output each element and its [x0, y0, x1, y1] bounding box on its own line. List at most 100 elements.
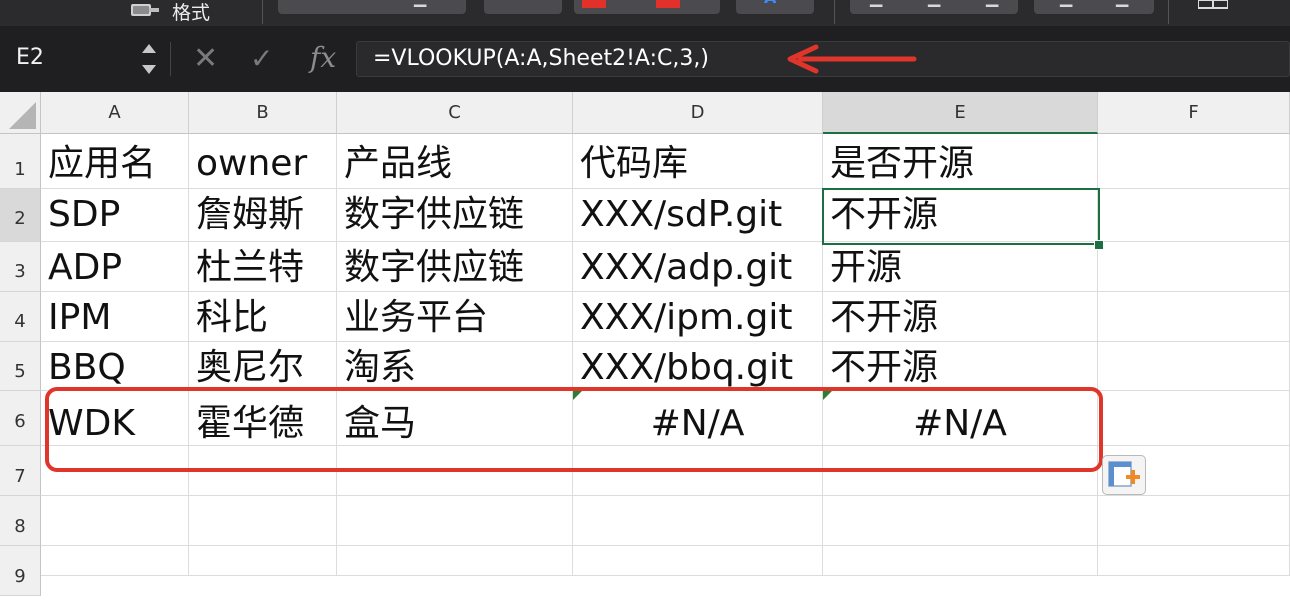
name-box-stepper-icon[interactable] — [138, 38, 160, 80]
cell-b1[interactable]: owner — [189, 134, 337, 189]
font-color-swatch[interactable] — [656, 0, 680, 8]
cell-b2[interactable]: 詹姆斯 — [189, 189, 337, 242]
cell-b9[interactable] — [189, 546, 337, 576]
cell-b8[interactable] — [189, 496, 337, 546]
cell-e4[interactable]: 不开源 — [823, 292, 1098, 342]
row-header-6[interactable]: 6 — [0, 391, 41, 446]
cell-e5[interactable]: 不开源 — [823, 342, 1098, 391]
cell-b7[interactable] — [189, 446, 337, 496]
row-header-1[interactable]: 1 — [0, 134, 41, 189]
column-header-c[interactable]: C — [337, 92, 573, 134]
align-right-icon[interactable]: ▁ — [986, 0, 998, 7]
cell-e6[interactable]: #N/A — [823, 391, 1098, 446]
cell-a9[interactable] — [41, 546, 189, 576]
cell-c5[interactable]: 淘系 — [337, 342, 573, 391]
cell-a5[interactable]: BBQ — [41, 342, 189, 391]
cell-c7[interactable] — [337, 446, 573, 496]
cell-f3[interactable] — [1098, 242, 1290, 292]
cell-a3[interactable]: ADP — [41, 242, 189, 292]
cell-f4[interactable] — [1098, 292, 1290, 342]
bold-icon[interactable]: ▔ — [298, 0, 310, 7]
cell-a6[interactable]: WDK — [41, 391, 189, 446]
cell-c8[interactable] — [337, 496, 573, 546]
cell-f1[interactable] — [1098, 134, 1290, 189]
function-icon: fx — [310, 41, 337, 74]
cell-f9[interactable] — [1098, 546, 1290, 576]
outdent-icon[interactable]: ▁ — [1116, 0, 1128, 7]
cell-c4[interactable]: 业务平台 — [337, 292, 573, 342]
row-header-3[interactable]: 3 — [0, 242, 41, 292]
row-header-5[interactable]: 5 — [0, 342, 41, 391]
cell-a4[interactable]: IPM — [41, 292, 189, 342]
cell-d1[interactable]: 代码库 — [573, 134, 823, 189]
cell-c3[interactable]: 数字供应链 — [337, 242, 573, 292]
row-header-4[interactable]: 4 — [0, 292, 41, 342]
indent-icon[interactable]: ▁ — [1060, 0, 1072, 7]
cell-b5[interactable]: 奥尼尔 — [189, 342, 337, 391]
font-style-button-group[interactable]: ▔ ▔ ▁ — [278, 0, 466, 14]
spreadsheet-grid: A B C D E F 1 2 3 4 5 6 7 8 9 应用名 owner … — [0, 92, 1290, 596]
italic-icon[interactable]: ▔ — [358, 0, 370, 7]
cell-f2[interactable] — [1098, 189, 1290, 242]
alignment-button-group[interactable]: ▁ ▁ ▁ — [850, 0, 1018, 14]
cell-d4[interactable]: XXX/ipm.git — [573, 292, 823, 342]
column-header-f[interactable]: F — [1098, 92, 1290, 134]
cell-d9[interactable] — [573, 546, 823, 576]
fill-color-swatch[interactable] — [582, 0, 606, 8]
cell-d6-value: #N/A — [650, 403, 745, 444]
cell-e2[interactable]: 不开源 — [823, 189, 1098, 242]
confirm-formula-button[interactable]: ✓ — [250, 44, 282, 74]
underline-icon[interactable]: ▁ — [414, 0, 426, 7]
cell-c9[interactable] — [337, 546, 573, 576]
font-color-button[interactable]: A — [736, 0, 814, 14]
column-header-b[interactable]: B — [189, 92, 337, 134]
format-painter-icon[interactable] — [127, 0, 161, 20]
cancel-formula-button[interactable]: ✕ — [193, 44, 223, 74]
wrap-text-icon[interactable] — [1198, 0, 1228, 10]
row-header-8[interactable]: 8 — [0, 496, 41, 546]
fill-handle[interactable] — [1094, 240, 1104, 250]
cell-d2[interactable]: XXX/sdP.git — [573, 189, 823, 242]
cell-f6[interactable] — [1098, 391, 1290, 446]
cell-c2[interactable]: 数字供应链 — [337, 189, 573, 242]
cell-f5[interactable] — [1098, 342, 1290, 391]
cell-c6[interactable]: 盒马 — [337, 391, 573, 446]
cell-a2[interactable]: SDP — [41, 189, 189, 242]
error-indicator-icon[interactable] — [823, 391, 832, 400]
cell-a1[interactable]: 应用名 — [41, 134, 189, 189]
cell-d8[interactable] — [573, 496, 823, 546]
cell-e7[interactable] — [823, 446, 1098, 496]
cell-d3[interactable]: XXX/adp.git — [573, 242, 823, 292]
row-header-2[interactable]: 2 — [0, 189, 41, 242]
select-all-corner[interactable] — [0, 92, 41, 134]
cell-d7[interactable] — [573, 446, 823, 496]
cell-b3[interactable]: 杜兰特 — [189, 242, 337, 292]
column-header-e[interactable]: E — [823, 92, 1098, 134]
indent-button-group[interactable]: ▁ ▁ — [1034, 0, 1154, 14]
cell-a8[interactable] — [41, 496, 189, 546]
align-center-icon[interactable]: ▁ — [928, 0, 940, 7]
cell-e9[interactable] — [823, 546, 1098, 576]
cell-e1[interactable]: 是否开源 — [823, 134, 1098, 189]
cell-e3[interactable]: 开源 — [823, 242, 1098, 292]
border-button[interactable]: ▔ — [484, 0, 562, 14]
cell-b6[interactable]: 霍华德 — [189, 391, 337, 446]
cell-d5[interactable]: XXX/bbq.git — [573, 342, 823, 391]
column-header-a[interactable]: A — [41, 92, 189, 134]
row-header-9[interactable]: 9 — [0, 546, 41, 596]
cell-b4[interactable]: 科比 — [189, 292, 337, 342]
format-painter-label[interactable]: 格式 — [172, 0, 210, 25]
name-box[interactable]: E2 — [0, 36, 136, 80]
cell-a7[interactable] — [41, 446, 189, 496]
cell-d6[interactable]: #N/A — [573, 391, 823, 446]
insert-function-button[interactable]: fx — [310, 40, 346, 76]
error-indicator-icon[interactable] — [573, 391, 582, 400]
column-header-d[interactable]: D — [573, 92, 823, 134]
cell-f8[interactable] — [1098, 496, 1290, 546]
align-left-icon[interactable]: ▁ — [870, 0, 882, 7]
paste-options-button[interactable] — [1102, 455, 1146, 495]
cell-c1[interactable]: 产品线 — [337, 134, 573, 189]
cell-e8[interactable] — [823, 496, 1098, 546]
row-header-7[interactable]: 7 — [0, 446, 41, 496]
color-button-group[interactable] — [574, 0, 720, 14]
